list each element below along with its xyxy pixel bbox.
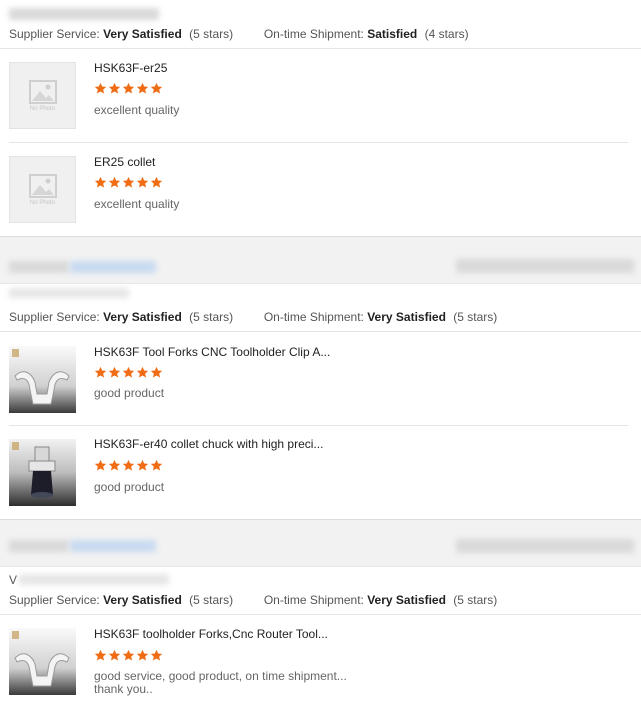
product-name-link[interactable]: HSK63F toolholder Forks,Cnc Router Tool.… [94,627,328,641]
on-time-shipment-label: On-time Shipment: [263,27,364,41]
buyer-country-redacted [70,261,156,273]
star-icon [136,459,149,471]
tool-fork-image [9,628,76,695]
ratings-line: Supplier Service: Very Satisfied (5 star… [9,27,469,41]
review-comment: excellent quality [94,103,180,117]
product-thumbnail[interactable] [9,628,76,695]
on-time-shipment-label: On-time Shipment: [263,593,364,607]
on-time-shipment-rating: Very Satisfied [367,593,446,607]
review-comment-line: thank you.. [94,682,153,696]
on-time-shipment-rating: Satisfied [367,27,418,41]
star-icon [94,649,107,661]
supplier-service-stars: (5 stars) [189,310,234,324]
star-icon [94,176,107,188]
product-thumbnail[interactable]: No Photo [9,62,76,129]
product-thumbnail[interactable] [9,346,76,413]
ratings-line: Supplier Service: Very Satisfied (5 star… [9,593,497,607]
product-name-link[interactable]: HSK63F-er25 [94,61,167,75]
star-icon [108,649,121,661]
no-photo-text: No Photo [29,105,56,112]
review-comment: good product [94,386,165,400]
reviewer-name-redacted [9,8,159,20]
on-time-shipment-stars: (5 stars) [453,593,498,607]
star-icon [150,366,163,378]
star-icon [122,649,135,661]
product-thumbnail[interactable]: No Photo [9,156,76,223]
review-comment: excellent quality [94,197,180,211]
review-date-redacted [456,259,634,273]
tool-fork-image [9,346,76,413]
supplier-service-rating: Very Satisfied [103,593,182,607]
supplier-service-stars: (5 stars) [189,593,234,607]
ratings-line: Supplier Service: Very Satisfied (5 star… [9,310,497,324]
star-rating [94,459,163,473]
star-icon [108,459,121,471]
product-name-link[interactable]: ER25 collet [94,155,155,169]
buyer-info-redacted [9,540,69,552]
product-name-link[interactable]: HSK63F Tool Forks CNC Toolholder Clip A.… [94,345,330,359]
star-icon [150,459,163,471]
no-photo-icon [28,79,57,104]
on-time-shipment-label: On-time Shipment: [263,310,364,324]
supplier-service-label: Supplier Service: [9,310,100,324]
supplier-service-rating: Very Satisfied [103,310,182,324]
star-rating [94,82,163,96]
star-icon [150,82,163,94]
star-rating [94,366,163,380]
star-icon [122,366,135,378]
review-comment: good product [94,480,165,494]
star-icon [122,176,135,188]
star-icon [150,649,163,661]
star-icon [122,82,135,94]
star-icon [94,366,107,378]
buyer-info-redacted [9,261,69,273]
star-rating [94,176,163,190]
buyer-country-redacted [70,540,156,552]
review-header [0,236,641,284]
star-icon [136,366,149,378]
on-time-shipment-stars: (4 stars) [424,27,469,41]
supplier-service-rating: Very Satisfied [103,27,182,41]
star-icon [108,366,121,378]
no-photo-text: No Photo [29,199,56,206]
star-icon [150,176,163,188]
supplier-service-stars: (5 stars) [189,27,234,41]
supplier-service-label: Supplier Service: [9,593,100,607]
on-time-shipment-rating: Very Satisfied [367,310,446,324]
star-rating [94,649,163,663]
star-icon [94,459,107,471]
reviewer-initial: V [9,573,18,587]
review-date-redacted [456,539,634,553]
star-icon [122,459,135,471]
star-icon [94,82,107,94]
product-name-link[interactable]: HSK63F-er40 collet chuck with high preci… [94,437,323,451]
reviewer-name-redacted [19,574,169,585]
star-icon [108,176,121,188]
star-icon [108,82,121,94]
star-icon [136,176,149,188]
product-thumbnail[interactable] [9,439,76,506]
star-icon [136,649,149,661]
supplier-service-label: Supplier Service: [9,27,100,41]
reviewer-name-redacted [9,288,129,298]
no-photo-icon [28,173,57,198]
review-header [0,519,641,567]
review-comment: good service, good product, on time ship… [94,670,347,696]
on-time-shipment-stars: (5 stars) [453,310,498,324]
collet-chuck-image [9,439,76,506]
star-icon [136,82,149,94]
